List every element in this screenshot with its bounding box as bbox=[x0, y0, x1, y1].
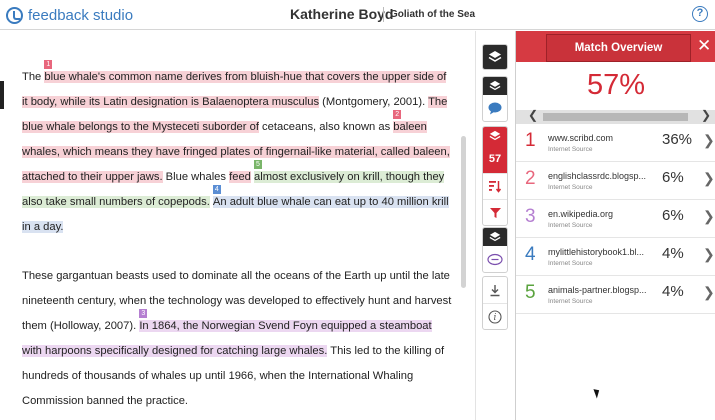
comments-layer-button[interactable] bbox=[483, 77, 507, 95]
chevron-right-icon[interactable]: ❯ bbox=[703, 284, 715, 301]
comment-button[interactable] bbox=[483, 95, 507, 121]
comments-group bbox=[482, 76, 508, 122]
chevron-right-icon[interactable]: ❯ bbox=[703, 132, 715, 149]
match-badge-3[interactable]: 3 bbox=[139, 309, 148, 318]
top-bar: feedback studio Katherine Boyd Goliath o… bbox=[0, 0, 715, 30]
match-overview-panel: Match Overview ✕ 57% ❮ ❯ 1 www.scribd.com… bbox=[515, 31, 715, 420]
logo-text: feedback studio bbox=[28, 6, 134, 24]
layers-icon bbox=[488, 51, 502, 62]
layers-toggle-button[interactable] bbox=[483, 45, 507, 69]
chevron-right-icon[interactable]: ❯ bbox=[703, 246, 715, 263]
layers-group bbox=[482, 44, 508, 70]
close-icon[interactable]: ✕ bbox=[697, 36, 711, 56]
match-highlight-1c[interactable]: feed bbox=[229, 171, 251, 183]
info-button[interactable]: i bbox=[483, 303, 507, 329]
page-edge-marker bbox=[0, 81, 4, 109]
layers-icon bbox=[489, 130, 501, 141]
similarity-score: 57% bbox=[586, 69, 646, 101]
help-icon[interactable]: ? bbox=[692, 6, 708, 22]
document-scrollbar[interactable] bbox=[461, 136, 466, 288]
chevron-left-icon[interactable]: ❮ bbox=[528, 108, 538, 122]
document-viewer[interactable]: The 1 blue whale's common name derives fr… bbox=[0, 31, 470, 420]
paragraph-1: The 1 blue whale's common name derives fr… bbox=[22, 60, 452, 240]
ets-group bbox=[482, 227, 508, 273]
match-number: 2 bbox=[525, 168, 536, 189]
svg-text:i: i bbox=[494, 313, 497, 323]
match-number: 5 bbox=[525, 282, 536, 303]
student-name: Katherine Boyd bbox=[290, 6, 394, 22]
match-number: 1 bbox=[525, 130, 536, 151]
plain-text: cetaceans, also known as bbox=[258, 121, 394, 133]
feedback-studio-logo-icon bbox=[6, 6, 23, 24]
match-source: en.wikipedia.org bbox=[548, 209, 614, 219]
layers-icon bbox=[489, 231, 501, 242]
ets-icon bbox=[487, 253, 503, 265]
match-percentage: 4% bbox=[662, 245, 684, 262]
match-number: 4 bbox=[525, 244, 536, 265]
match-number: 3 bbox=[525, 206, 536, 227]
ets-layer-button[interactable] bbox=[483, 228, 507, 246]
match-overview-tab[interactable]: Match Overview bbox=[546, 34, 691, 62]
title-divider bbox=[383, 7, 384, 22]
chevron-right-icon[interactable]: ❯ bbox=[703, 208, 715, 225]
match-source: englishclassrdc.blogsp... bbox=[548, 171, 647, 181]
match-source-type: Internet Source bbox=[548, 260, 593, 267]
chevron-right-icon[interactable]: ❯ bbox=[701, 108, 711, 122]
document-title: Goliath of the Sea bbox=[390, 9, 476, 20]
match-badge-2[interactable]: 2 bbox=[393, 110, 402, 119]
plain-text: Blue whales bbox=[162, 171, 230, 183]
match-badge-1[interactable]: 1 bbox=[44, 60, 53, 69]
match-row[interactable]: 2 englishclassrdc.blogsp... Internet Sourc… bbox=[516, 162, 715, 200]
chevron-right-icon[interactable]: ❯ bbox=[703, 170, 715, 187]
match-source: mylittlehistorybook1.bl... bbox=[548, 247, 645, 257]
layers-icon bbox=[489, 80, 501, 91]
info-icon: i bbox=[488, 309, 502, 324]
similarity-layer-button[interactable] bbox=[483, 127, 507, 145]
match-source: www.scribd.com bbox=[548, 133, 614, 143]
similarity-group: 57 bbox=[482, 126, 508, 226]
match-scroll-strip[interactable]: ❮ ❯ bbox=[516, 108, 715, 124]
panel-header: Match Overview ✕ bbox=[516, 31, 715, 62]
match-source-type: Internet Source bbox=[548, 298, 593, 305]
match-source: animals-partner.blogsp... bbox=[548, 285, 647, 295]
feedback-studio-logo[interactable]: feedback studio bbox=[6, 5, 133, 25]
plain-text: (Montgomery, 2001). bbox=[319, 96, 429, 108]
match-badge-5[interactable]: 5 bbox=[254, 160, 262, 169]
match-source-type: Internet Source bbox=[548, 146, 593, 153]
download-button[interactable] bbox=[483, 277, 507, 303]
match-percentage: 6% bbox=[662, 207, 684, 224]
match-source-type: Internet Source bbox=[548, 222, 593, 229]
plain-text: The bbox=[22, 71, 45, 83]
match-percentage: 4% bbox=[662, 283, 684, 300]
filter-button[interactable] bbox=[483, 199, 507, 225]
match-scroll-thumb[interactable] bbox=[543, 113, 688, 121]
match-row[interactable]: 3 en.wikipedia.org Internet Source 6% ❯ bbox=[516, 200, 715, 238]
e-rater-button[interactable] bbox=[483, 246, 507, 272]
similarity-score-button[interactable]: 57 bbox=[483, 145, 507, 173]
match-list-button[interactable] bbox=[483, 173, 507, 199]
match-row[interactable]: 5 animals-partner.blogsp... Internet Sourc… bbox=[516, 276, 715, 314]
filter-icon bbox=[489, 207, 501, 218]
match-row[interactable]: 4 mylittlehistorybook1.bl... Internet Sour… bbox=[516, 238, 715, 276]
sort-list-icon bbox=[489, 181, 502, 193]
match-source-type: Internet Source bbox=[548, 184, 593, 191]
match-badge-4[interactable]: 4 bbox=[212, 185, 221, 194]
match-row[interactable]: 1 www.scribd.com Internet Source 36% ❯ bbox=[516, 124, 715, 162]
match-percentage: 6% bbox=[662, 169, 684, 186]
speech-bubble-icon bbox=[488, 102, 502, 114]
paragraph-2: These gargantuan beasts used to dominate… bbox=[22, 264, 452, 414]
side-toolbar: 57 i bbox=[475, 31, 515, 420]
info-group: i bbox=[482, 276, 508, 330]
match-percentage: 36% bbox=[662, 131, 693, 148]
download-icon bbox=[490, 284, 500, 296]
